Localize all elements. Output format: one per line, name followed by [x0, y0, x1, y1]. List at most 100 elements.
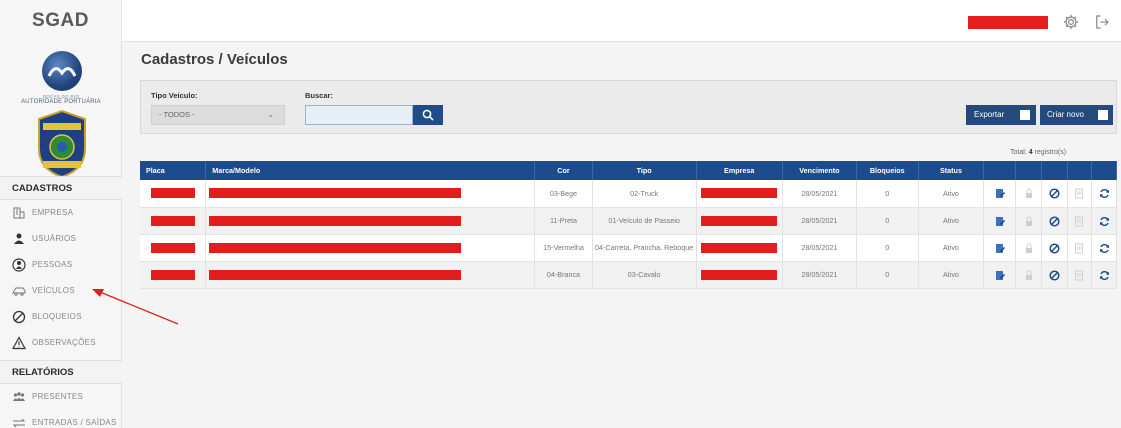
col-action-4	[1067, 161, 1093, 180]
create-new-button[interactable]: Criar novo	[1040, 105, 1113, 125]
total-records: Total: 4 registro(s)	[1010, 149, 1066, 156]
empresa-redacted	[701, 215, 778, 226]
edit-icon[interactable]	[995, 243, 1005, 253]
sidebar-item-usuarios[interactable]: USUÁRIOS	[0, 226, 122, 252]
empresa-cell	[696, 180, 783, 208]
table-row[interactable]: 15-Vermelha 04-Carreta, Prancha, Reboque 2…	[140, 234, 1117, 262]
vencimento-cell: 28/05/2021	[782, 180, 857, 208]
app-brand[interactable]: SGAD	[0, 0, 122, 42]
col-status[interactable]: Status	[918, 161, 985, 180]
port-authority-logo	[42, 51, 82, 91]
table-row[interactable]: 04-Branca 03-Cavalo 28/05/2021 0 Ativo	[140, 261, 1117, 289]
annotation-arrow-icon	[92, 289, 179, 325]
search-button[interactable]	[413, 105, 443, 125]
car-icon	[12, 287, 26, 296]
action-cell[interactable]	[1041, 261, 1068, 289]
document-icon[interactable]	[1074, 243, 1084, 254]
action-cell[interactable]	[1015, 234, 1042, 262]
lock-icon[interactable]	[1024, 243, 1034, 253]
tipo-cell: 04-Carreta, Prancha, Reboque	[592, 234, 697, 262]
table-row[interactable]: 11-Preta 01-Veículo de Passeio 28/05/2021 0…	[140, 207, 1117, 235]
chevron-down-icon: ⌄	[267, 110, 274, 119]
action-cell[interactable]	[983, 234, 1017, 262]
empresa-redacted	[701, 242, 778, 253]
buscar-label: Buscar:	[305, 91, 333, 100]
col-marca-modelo[interactable]: Marca/Modelo	[205, 161, 536, 180]
cor-cell: 04-Branca	[534, 261, 593, 289]
exchange-icon	[12, 418, 26, 428]
bloqueios-cell: 0	[856, 207, 919, 235]
refresh-icon[interactable]	[1099, 216, 1110, 226]
document-icon[interactable]	[1074, 188, 1084, 199]
sidebar-item-entradas-saidas[interactable]: ENTRADAS / SAÍDAS	[0, 410, 122, 428]
marca-modelo-cell	[205, 180, 536, 208]
action-cell[interactable]	[1067, 180, 1093, 208]
logout-icon[interactable]	[1093, 13, 1111, 31]
sidebar-item-observacoes[interactable]: OBSERVAÇÕES	[0, 330, 122, 356]
refresh-icon[interactable]	[1099, 188, 1110, 199]
block-icon[interactable]	[1049, 242, 1060, 254]
sidebar-item-label: OBSERVAÇÕES	[32, 338, 96, 347]
sidebar-item-label: USUÁRIOS	[32, 234, 77, 243]
search-input[interactable]	[305, 105, 413, 125]
action-cell[interactable]	[983, 207, 1017, 235]
edit-icon[interactable]	[995, 188, 1005, 199]
block-icon[interactable]	[1049, 215, 1060, 227]
sidebar-item-pessoas[interactable]: PESSOAS	[0, 252, 122, 278]
action-cell[interactable]	[1091, 207, 1117, 235]
edit-icon[interactable]	[995, 216, 1005, 226]
col-action-2	[1015, 161, 1042, 180]
tipo-veiculo-select[interactable]: - TODOS - ⌄	[151, 105, 285, 125]
action-cell[interactable]	[1091, 180, 1117, 208]
action-cell[interactable]	[1041, 234, 1068, 262]
refresh-icon[interactable]	[1099, 270, 1110, 280]
gear-icon[interactable]	[1062, 13, 1080, 31]
spreadsheet-icon	[1020, 110, 1030, 120]
status-cell: Ativo	[918, 207, 985, 235]
lock-icon[interactable]	[1024, 188, 1034, 199]
bloqueios-cell: 0	[856, 234, 919, 262]
action-cell[interactable]	[1067, 261, 1093, 289]
action-cell[interactable]	[1067, 207, 1093, 235]
col-tipo[interactable]: Tipo	[592, 161, 697, 180]
col-cor[interactable]: Cor	[534, 161, 593, 180]
action-cell[interactable]	[983, 261, 1017, 289]
table-row[interactable]: 03-Bege 02-Truck 28/05/2021 0 Ativo	[140, 180, 1117, 208]
tipo-cell: 01-Veículo de Passeio	[592, 207, 697, 235]
col-vencimento[interactable]: Vencimento	[782, 161, 857, 180]
action-cell[interactable]	[1091, 234, 1117, 262]
col-bloqueios[interactable]: Bloqueios	[856, 161, 919, 180]
marca-modelo-cell	[205, 207, 536, 235]
sidebar-item-empresa[interactable]: EMPRESA	[0, 200, 122, 226]
export-button[interactable]: Exportar	[966, 105, 1036, 125]
action-cell[interactable]	[1041, 207, 1068, 235]
col-placa[interactable]: Placa	[140, 161, 207, 180]
document-icon[interactable]	[1074, 270, 1084, 281]
document-icon[interactable]	[1074, 216, 1084, 227]
block-icon[interactable]	[1049, 269, 1060, 281]
action-cell[interactable]	[1015, 207, 1042, 235]
empresa-cell	[696, 234, 783, 262]
col-empresa[interactable]: Empresa	[696, 161, 783, 180]
action-cell[interactable]	[983, 180, 1017, 208]
user-name-redacted[interactable]	[968, 16, 1048, 29]
action-cell[interactable]	[1067, 234, 1093, 262]
section-relatorios: RELATÓRIOS	[0, 360, 122, 384]
refresh-icon[interactable]	[1099, 243, 1110, 253]
placa-redacted	[150, 269, 195, 280]
status-cell: Ativo	[918, 261, 985, 289]
action-cell[interactable]	[1015, 180, 1042, 208]
sidebar-item-presentes[interactable]: PRESENTES	[0, 384, 122, 410]
lock-icon[interactable]	[1024, 270, 1034, 280]
action-cell[interactable]	[1091, 261, 1117, 289]
action-cell[interactable]	[1015, 261, 1042, 289]
edit-icon[interactable]	[995, 270, 1005, 280]
placa-cell	[140, 207, 207, 235]
sidebar-item-label: ENTRADAS / SAÍDAS	[32, 418, 117, 427]
marca-modelo-cell	[205, 261, 536, 289]
col-action-1	[983, 161, 1017, 180]
block-icon[interactable]	[1049, 188, 1060, 199]
lock-icon[interactable]	[1024, 216, 1034, 226]
action-cell[interactable]	[1041, 180, 1068, 208]
col-action-3	[1041, 161, 1068, 180]
